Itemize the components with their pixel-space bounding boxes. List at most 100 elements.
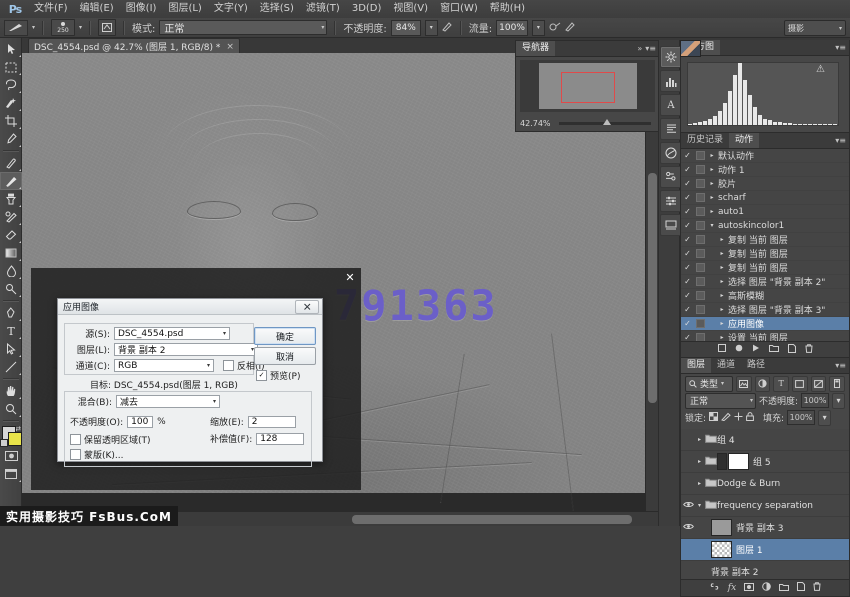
- expand-triangle-icon[interactable]: ▾: [706, 222, 718, 229]
- new-action-icon[interactable]: [788, 344, 796, 356]
- action-dialog-toggle[interactable]: [694, 151, 706, 160]
- action-row[interactable]: ✓▸选择 图层 "背景 副本 3": [681, 303, 849, 317]
- delete-icon[interactable]: [805, 344, 813, 356]
- navigator-view-box[interactable]: [561, 72, 615, 103]
- expand-triangle-icon[interactable]: ▸: [716, 292, 728, 299]
- mask-checkbox[interactable]: 蒙版(K)...: [70, 448, 124, 461]
- filter-pixel-icon[interactable]: [736, 376, 752, 392]
- screen-mode-toggle[interactable]: [0, 465, 22, 483]
- action-dialog-toggle[interactable]: [694, 333, 706, 341]
- layer-visibility-toggle[interactable]: [681, 501, 695, 510]
- layer-row[interactable]: ▸Dodge & Burn: [681, 473, 849, 495]
- ok-button[interactable]: 确定: [254, 327, 316, 345]
- histogram-warning-icon[interactable]: ⚠: [816, 64, 825, 75]
- lock-transparency-icon[interactable]: [709, 412, 718, 424]
- new-set-icon[interactable]: [769, 344, 779, 355]
- action-row[interactable]: ✓▸auto1: [681, 205, 849, 219]
- path-select-tool[interactable]: [0, 340, 22, 358]
- preview-checkbox[interactable]: ✓ 预览(P): [256, 369, 300, 382]
- expand-triangle-icon[interactable]: ▸: [695, 480, 704, 487]
- brush-size-chevron-icon[interactable]: ▾: [79, 24, 82, 31]
- layer-fill-stepper[interactable]: ▾: [818, 410, 831, 426]
- panel-menu-icon[interactable]: ▾≡: [835, 136, 846, 145]
- expand-triangle-icon[interactable]: ▸: [716, 250, 728, 257]
- actions-list[interactable]: ✓▸默认动作✓▸动作 1✓▸胶片✓▸scharf✓▸auto1✓▾autoski…: [681, 149, 849, 341]
- layer-visibility-toggle[interactable]: [681, 523, 695, 532]
- expand-triangle-icon[interactable]: ▸: [706, 166, 718, 173]
- background-color-swatch[interactable]: [8, 432, 22, 446]
- layer-opacity-value[interactable]: 100%: [801, 393, 829, 408]
- layer-row[interactable]: 背景 副本 2: [681, 561, 849, 579]
- source-select[interactable]: DSC_4554.psd ▾: [114, 327, 230, 340]
- expand-triangle-icon[interactable]: ▸: [716, 334, 728, 341]
- action-row[interactable]: ✓▸高斯模糊: [681, 289, 849, 303]
- layer-blend-mode-select[interactable]: 正常 ▾: [685, 393, 756, 409]
- action-row[interactable]: ✓▾autoskincolor1: [681, 219, 849, 233]
- panel-menu-icon[interactable]: ▾≡: [835, 361, 846, 370]
- filter-shape-icon[interactable]: [792, 376, 808, 392]
- gradient-tool[interactable]: [0, 244, 22, 262]
- action-row[interactable]: ✓▸复制 当前 图层: [681, 233, 849, 247]
- action-toggle-check[interactable]: ✓: [681, 333, 694, 341]
- navigator-preview[interactable]: [520, 60, 655, 112]
- dodge-tool[interactable]: [0, 280, 22, 298]
- link-icon[interactable]: [709, 583, 720, 593]
- action-toggle-check[interactable]: ✓: [681, 277, 694, 286]
- tab-paths[interactable]: 路径: [741, 358, 771, 373]
- stop-icon[interactable]: [718, 344, 726, 355]
- properties-icon[interactable]: [660, 190, 682, 212]
- delete-icon[interactable]: [813, 582, 821, 594]
- flow-stepper-button[interactable]: ▾: [532, 20, 545, 36]
- filter-toggle-switch[interactable]: [829, 376, 845, 392]
- blend-select[interactable]: 减去 ▾: [116, 395, 220, 408]
- expand-triangle-icon[interactable]: ▾: [695, 502, 704, 509]
- brush-tool[interactable]: [0, 172, 22, 190]
- layer-row[interactable]: 背景 副本 3: [681, 517, 849, 539]
- healing-brush-tool[interactable]: [0, 154, 22, 172]
- quick-select-tool[interactable]: [0, 94, 22, 112]
- flow-value[interactable]: 100%: [496, 20, 528, 36]
- layer-opacity-stepper[interactable]: ▾: [832, 393, 845, 409]
- character-icon[interactable]: A: [660, 94, 682, 116]
- fx-icon[interactable]: fx: [728, 583, 736, 593]
- filter-adjustment-icon[interactable]: [755, 376, 771, 392]
- layers-list[interactable]: ▸组 4▸组 5▸Dodge & Burn▾frequency separati…: [681, 429, 849, 579]
- adjustment-icon[interactable]: [762, 582, 771, 594]
- layer-thumbnail[interactable]: [711, 541, 732, 558]
- type-tool[interactable]: T: [0, 322, 22, 340]
- action-row[interactable]: ✓▸胶片: [681, 177, 849, 191]
- move-tool[interactable]: [0, 40, 22, 58]
- expand-triangle-icon[interactable]: ▸: [695, 458, 704, 465]
- layer-row[interactable]: 图层 1: [681, 539, 849, 561]
- opacity-pressure-icon[interactable]: [442, 21, 453, 35]
- lock-all-icon[interactable]: [746, 412, 754, 424]
- action-dialog-toggle[interactable]: [694, 305, 706, 314]
- expand-triangle-icon[interactable]: ▸: [716, 278, 728, 285]
- dialog-overlay-close-icon[interactable]: ✕: [341, 268, 359, 286]
- menu-item-image[interactable]: 图像(I): [120, 0, 163, 18]
- quick-mask-toggle[interactable]: [0, 447, 22, 465]
- panel-menu-icon[interactable]: ▾≡: [645, 44, 656, 53]
- action-row[interactable]: ✓▸设置 当前 图层: [681, 331, 849, 341]
- scale-input[interactable]: 2: [248, 416, 296, 428]
- expand-triangle-icon[interactable]: ▸: [706, 180, 718, 187]
- menu-item-view[interactable]: 视图(V): [387, 0, 434, 18]
- layer-thumbnail[interactable]: [711, 519, 732, 536]
- layer-mask-thumbnail[interactable]: [728, 453, 749, 470]
- tab-navigator[interactable]: 导航器: [516, 41, 555, 56]
- adjustments-icon[interactable]: [660, 166, 682, 188]
- tablet-pressure-icon[interactable]: [565, 21, 576, 35]
- layer-row[interactable]: ▸组 5: [681, 451, 849, 473]
- expand-triangle-icon[interactable]: ▸: [716, 306, 728, 313]
- action-row[interactable]: ✓▸复制 当前 图层: [681, 261, 849, 275]
- action-toggle-check[interactable]: ✓: [681, 235, 694, 244]
- brush-panel-toggle-button[interactable]: [98, 19, 116, 36]
- mask-icon[interactable]: [744, 583, 754, 594]
- menu-item-edit[interactable]: 编辑(E): [74, 0, 120, 18]
- layer-row[interactable]: ▾frequency separation: [681, 495, 849, 517]
- menu-item-help[interactable]: 帮助(H): [484, 0, 531, 18]
- eyedropper-tool[interactable]: [0, 130, 22, 148]
- record-icon[interactable]: [735, 344, 743, 355]
- menu-item-file[interactable]: 文件(F): [28, 0, 74, 18]
- action-row[interactable]: ✓▸选择 图层 "背景 副本 2": [681, 275, 849, 289]
